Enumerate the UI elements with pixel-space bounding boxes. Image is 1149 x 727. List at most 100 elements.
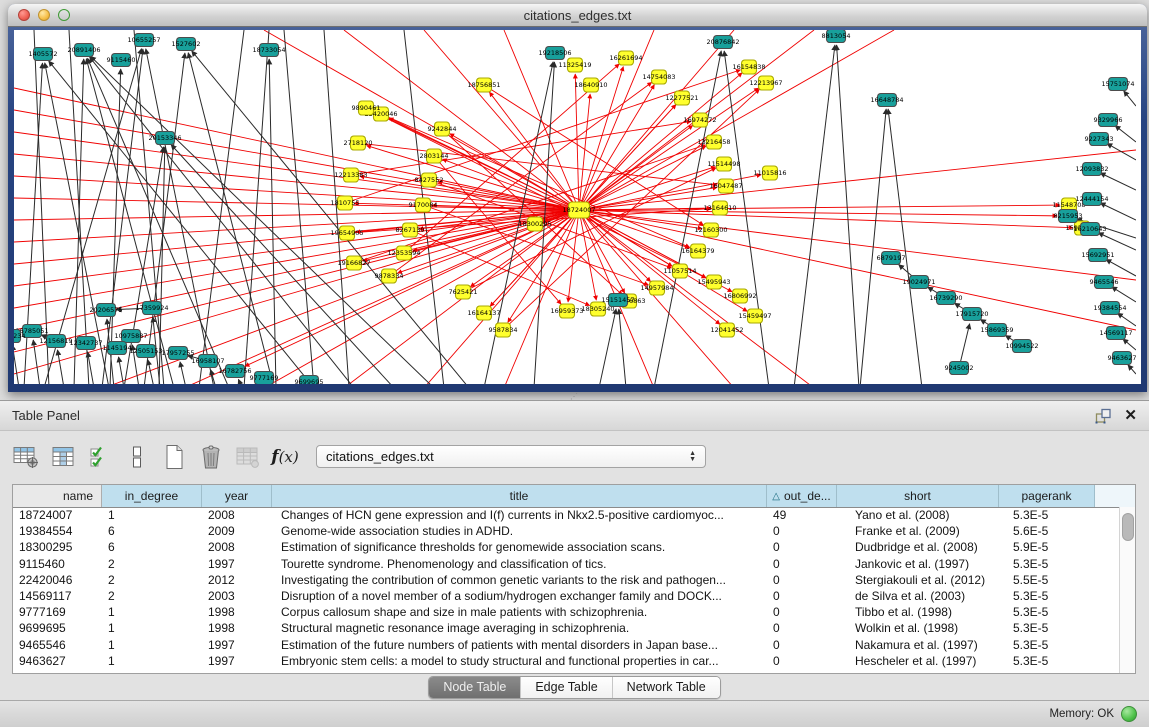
function-builder-button[interactable]: f(x) [271,443,299,471]
graph-node[interactable] [713,201,728,215]
graph-node[interactable] [75,44,94,57]
window-titlebar[interactable]: citations_edges.txt [8,4,1147,27]
graph-node[interactable] [382,269,397,283]
table-settings-button[interactable] [12,443,40,471]
table-row[interactable]: 2242004622012Investigating the contribut… [13,572,1120,588]
memory-ok-indicator[interactable] [1121,706,1137,722]
graph-node[interactable] [199,355,218,368]
graph-node[interactable] [1095,276,1114,289]
graph-node[interactable] [397,246,412,260]
graph-node[interactable] [1083,193,1102,206]
table-row[interactable]: 946362711997Embryonic stem cells: a mode… [13,653,1120,669]
column-header-in_degree[interactable]: in_degree [102,485,202,507]
graph-node[interactable] [1107,327,1126,340]
graph-node[interactable] [1109,78,1128,91]
graph-node[interactable] [1083,163,1102,176]
column-header-pagerank[interactable]: pagerank [999,485,1095,507]
table-row[interactable]: 1872400712008Changes of HCN gene express… [13,507,1120,523]
graph-node[interactable] [112,54,131,67]
graph-node[interactable] [1013,340,1032,353]
tab-node-table[interactable]: Node Table [429,677,520,698]
graph-node[interactable] [359,101,374,115]
table-select[interactable]: citations_edges.txt ▲▼ [316,445,706,468]
import-table-button[interactable] [234,443,262,471]
graph-node[interactable] [344,168,359,182]
column-header-title[interactable]: title [272,485,767,507]
graph-node[interactable] [720,323,735,337]
table-row[interactable]: 969969511998Structural magnetic resonanc… [13,620,1120,636]
select-mode-button[interactable] [86,443,114,471]
graph-node[interactable] [910,276,929,289]
table-row[interactable]: 1938455462009Genome-wide association stu… [13,523,1120,539]
graph-node[interactable] [546,47,565,60]
graph-node[interactable] [177,38,196,51]
table-columns-button[interactable] [49,443,77,471]
new-document-button[interactable] [160,443,188,471]
graph-node[interactable] [34,48,53,61]
graph-node[interactable] [226,365,245,378]
graph-node[interactable] [47,335,66,348]
graph-node[interactable] [717,157,732,171]
graph-node[interactable] [156,132,175,145]
graph-node[interactable] [23,325,42,338]
graph-node[interactable] [693,113,708,127]
citation-graph[interactable]: 2242004692428442803144842755291700848267… [14,30,1136,384]
graph-node[interactable] [714,36,733,49]
graph-node[interactable] [477,306,492,320]
splitter-handle[interactable]: ⋰ [566,394,582,399]
graph-node[interactable] [435,122,450,136]
graph-node[interactable] [560,304,575,318]
graph-node[interactable] [1101,302,1120,315]
graph-node[interactable] [108,342,127,355]
graph-node[interactable] [673,264,688,278]
graph-node[interactable] [759,76,774,90]
graph-node[interactable] [422,173,437,187]
graph-node[interactable] [568,58,583,72]
column-header-out_de[interactable]: △out_de... [767,485,837,507]
graph-node[interactable] [569,202,590,218]
table-row[interactable]: 1456911722003Disruption of a novel membe… [13,588,1120,604]
graph-node[interactable] [878,94,897,107]
graph-node[interactable] [1090,133,1109,146]
graph-node[interactable] [300,376,319,385]
graph-node[interactable] [963,308,982,321]
graph-node[interactable] [374,107,389,121]
graph-node[interactable] [707,135,722,149]
graph-node[interactable] [122,330,141,343]
graph-node[interactable] [255,372,274,385]
network-canvas[interactable]: 2242004692428442803144842755291700848267… [14,30,1141,384]
graph-node[interactable] [338,196,353,210]
graph-node[interactable] [733,289,748,303]
column-header-name[interactable]: name [13,485,102,507]
graph-node[interactable] [748,309,763,323]
column-header-short[interactable]: short [837,485,999,507]
graph-node[interactable] [619,51,634,65]
table-row[interactable]: 911546021997Tourette syndrome. Phenomeno… [13,556,1120,572]
graph-node[interactable] [1081,223,1100,236]
graph-node[interactable] [97,304,116,317]
graph-node[interactable] [416,198,431,212]
graph-node[interactable] [742,60,757,74]
table-row[interactable]: 1830029562008Estimation of significance … [13,539,1120,555]
graph-node[interactable] [827,30,846,43]
graph-node[interactable] [707,275,722,289]
graph-node[interactable] [403,223,418,237]
graph-node[interactable] [988,324,1007,337]
graph-node[interactable] [763,166,778,180]
graph-node[interactable] [477,78,492,92]
scrollbar-thumb[interactable] [1122,513,1134,541]
graph-node[interactable] [456,285,471,299]
graph-node[interactable] [143,302,162,315]
table-row[interactable]: 946554611997Estimation of the future num… [13,637,1120,653]
graph-node[interactable] [675,91,690,105]
float-window-button[interactable] [1095,408,1112,424]
graph-node[interactable] [882,252,901,265]
tab-network-table[interactable]: Network Table [612,677,720,698]
vertical-scrollbar[interactable] [1119,507,1135,673]
close-panel-button[interactable]: ✕ [1124,408,1137,423]
graph-node[interactable] [260,44,279,57]
graph-node[interactable] [1099,114,1118,127]
graph-node[interactable] [1089,249,1108,262]
graph-node[interactable] [650,281,665,295]
graph-node[interactable] [528,217,543,231]
